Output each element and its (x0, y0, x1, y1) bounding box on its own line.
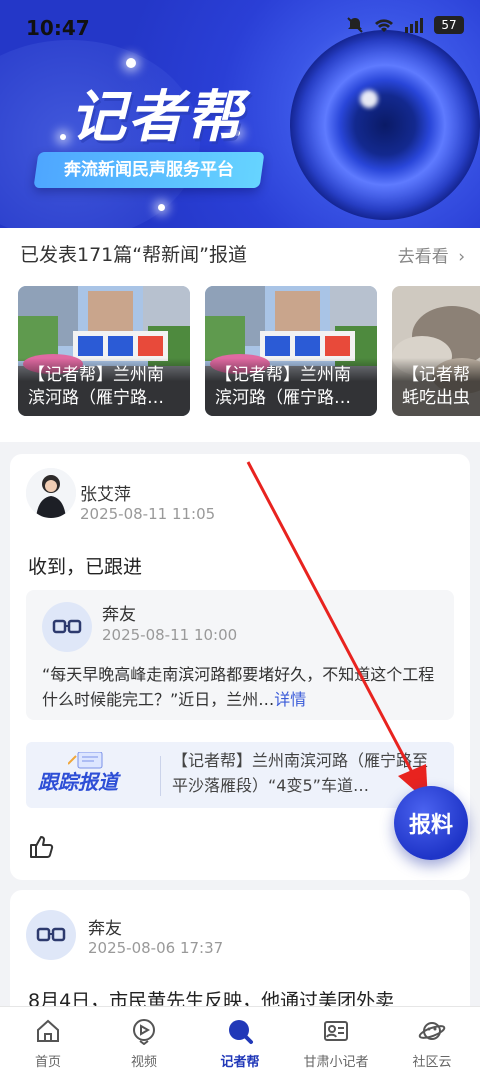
published-row: 已发表171篇“帮新闻”报道 去看看 › (20, 240, 465, 270)
featured-card[interactable]: 【记者帮】兰州南 滨河路（雁宁路… (18, 286, 190, 416)
feed-card[interactable]: 奔友 2025-08-06 17:37 8月4日，市民黄先生反映，他通过美团外卖 (10, 890, 470, 1020)
planet-icon (418, 1022, 446, 1040)
bottom-nav: 首页 视频 记者帮 甘肃小记者 社区云 (0, 1006, 480, 1072)
featured-card-caption: 【记者帮】兰州南 滨河路（雁宁路… (205, 358, 377, 416)
chevron-right-icon: › (458, 247, 465, 267)
quote-date: 2025-08-11 10:00 (102, 626, 238, 644)
avatar (42, 602, 92, 652)
avatar[interactable] (26, 468, 76, 518)
avatar[interactable] (26, 910, 76, 960)
details-link[interactable]: 详情 (274, 690, 306, 709)
battery-icon: 57 (434, 16, 464, 34)
see-more-label: 去看看 (397, 247, 449, 267)
robot-avatar-icon (36, 927, 66, 942)
sparkle-icon (126, 58, 136, 68)
quote-text: “每天早晚高峰走南滨河路都要堵好久，不知道这个工程什么时候能完工？”近日，兰州…… (42, 665, 435, 709)
status-bar: 10:47 57 (0, 0, 480, 56)
post-date: 2025-08-06 17:37 (88, 939, 224, 957)
follow-up-logo: 跟踪报道 (38, 752, 146, 798)
published-section: 已发表171篇“帮新闻”报道 去看看 › 【记者帮】兰州南 滨河路（雁宁路… 【… (0, 228, 480, 442)
author-name: 奔友 (88, 919, 122, 939)
nav-video[interactable]: 视频 (96, 1015, 192, 1071)
mute-icon (347, 17, 363, 33)
reporter-comment: 收到，已跟进 (28, 556, 143, 578)
published-summary: 已发表171篇“帮新闻”报道 (20, 244, 247, 266)
quote-author: 奔友 (102, 605, 136, 625)
nav-reporter-help[interactable]: 记者帮 (192, 1015, 288, 1071)
thumbs-up-icon[interactable] (28, 834, 54, 860)
nav-gansu-young-reporter[interactable]: 甘肃小记者 (288, 1015, 384, 1071)
see-more-link[interactable]: 去看看 › (398, 242, 465, 267)
status-time: 10:47 (26, 16, 90, 40)
camera-lens-graphic (290, 30, 480, 220)
featured-card-caption: 【记者帮】兰州南 滨河路（雁宁路… (18, 358, 190, 416)
nav-community-cloud[interactable]: 社区云 (384, 1015, 480, 1071)
nav-home[interactable]: 首页 (0, 1015, 96, 1071)
robot-avatar-icon (52, 619, 82, 634)
banner-slogan: 奔流新闻民声服务平台 (33, 152, 265, 188)
home-icon (37, 1019, 59, 1042)
id-card-icon (324, 1021, 348, 1041)
video-icon (133, 1019, 155, 1045)
sparkle-icon (60, 134, 66, 140)
featured-card[interactable]: 【记者帮 蚝吃出虫 (392, 286, 480, 416)
follow-up-title: 【记者帮】兰州南滨河路（雁宁路至平沙落雁段）“4变5”车道… (172, 751, 429, 795)
signal-icon (405, 18, 423, 33)
featured-card[interactable]: 【记者帮】兰州南 滨河路（雁宁路… (205, 286, 377, 416)
featured-carousel[interactable]: 【记者帮】兰州南 滨河路（雁宁路… 【记者帮】兰州南 滨河路（雁宁路… 【记者帮… (18, 286, 480, 418)
author-name: 张艾萍 (80, 485, 131, 505)
divider (160, 756, 161, 796)
quoted-post[interactable]: 奔友 2025-08-11 10:00 “每天早晚高峰走南滨河路都要堵好久，不知… (26, 590, 454, 720)
follow-up-report[interactable]: 跟踪报道 【记者帮】兰州南滨河路（雁宁路至平沙落雁段）“4变5”车道… (26, 742, 454, 808)
reporter-avatar-photo (26, 468, 76, 518)
report-button[interactable]: 报料 (394, 786, 468, 860)
sparkle-icon (158, 204, 165, 211)
status-icons: 57 (346, 16, 464, 34)
post-date: 2025-08-11 11:05 (80, 505, 216, 523)
reporter-help-icon (229, 1020, 253, 1044)
banner-title: 记者帮 (70, 85, 244, 150)
wifi-icon (375, 19, 393, 32)
featured-card-caption: 【记者帮 蚝吃出虫 (392, 358, 480, 416)
